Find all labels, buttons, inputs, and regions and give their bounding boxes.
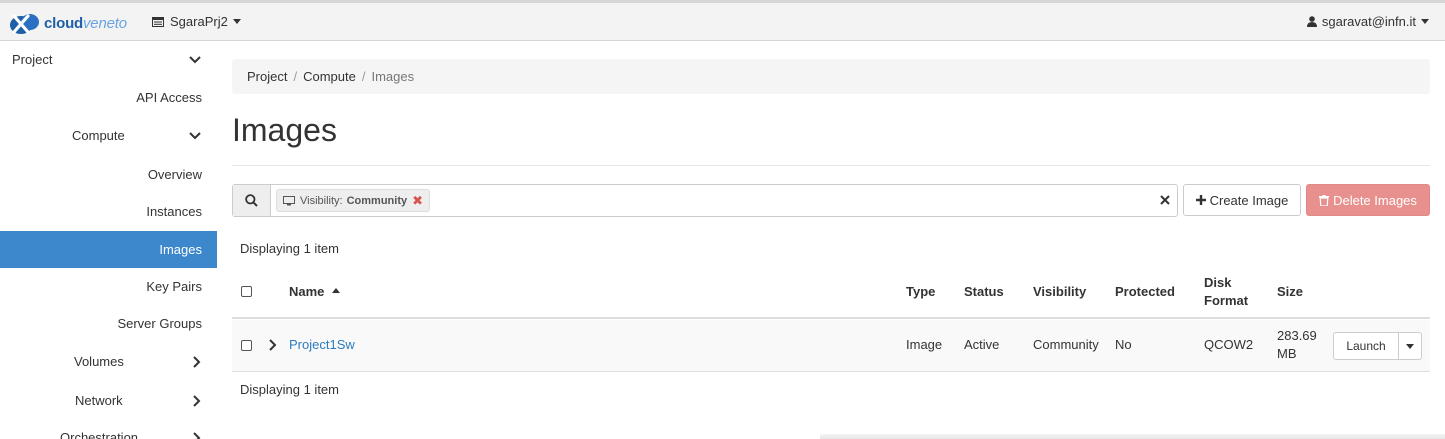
- image-name-link[interactable]: Project1Sw: [289, 336, 355, 354]
- column-header-protected: Protected: [1115, 284, 1175, 299]
- chevron-down-icon: [189, 41, 201, 78]
- filter-bar: Visibility: Community ✖: [232, 184, 1178, 217]
- column-header-status: Status: [964, 284, 1004, 299]
- select-all-checkbox[interactable]: [241, 286, 252, 297]
- caret-down-icon: [1421, 19, 1429, 24]
- column-header-name[interactable]: Name: [289, 283, 341, 301]
- filter-tag-value: Community: [346, 194, 408, 207]
- sidebar-item-network[interactable]: Network: [0, 382, 217, 419]
- caret-down-icon: [232, 19, 241, 24]
- display-count-top: Displaying 1 item: [240, 241, 339, 256]
- cloud-logo-icon: [10, 14, 39, 34]
- chevron-right-icon: [193, 343, 201, 380]
- filter-tag-label: Visibility:: [300, 194, 343, 207]
- table-header: Name Type Status Visibility Protected Di…: [232, 265, 1430, 319]
- brand-name: cloudveneto: [44, 14, 127, 32]
- launch-button[interactable]: Launch: [1333, 332, 1399, 360]
- column-header-type: Type: [906, 284, 936, 299]
- column-header-disk-format: Disk Format: [1204, 275, 1249, 308]
- launch-button-group: Launch: [1333, 332, 1422, 360]
- sidebar-item-volumes[interactable]: Volumes: [0, 343, 217, 380]
- sidebar-item-images[interactable]: Images: [0, 231, 217, 268]
- image-status: Active: [964, 337, 1000, 352]
- chevron-right-icon: [193, 382, 201, 419]
- display-count-bottom: Displaying 1 item: [240, 382, 339, 397]
- image-type: Image: [906, 337, 943, 352]
- project-list-icon: [152, 16, 164, 27]
- breadcrumb-separator: /: [293, 69, 298, 84]
- row-checkbox[interactable]: [241, 340, 252, 351]
- search-button[interactable]: [233, 185, 271, 216]
- sidebar-item-instances[interactable]: Instances: [0, 193, 217, 230]
- monitor-icon: [283, 195, 295, 205]
- breadcrumb-compute[interactable]: Compute: [303, 69, 356, 84]
- top-navbar: cloudveneto SgaraPrj2 sgaravat@infn.it: [0, 0, 1445, 41]
- plus-icon: [1195, 195, 1206, 205]
- breadcrumb-current: Images: [371, 69, 415, 84]
- launch-dropdown-toggle[interactable]: [1399, 332, 1422, 360]
- footer-shadow: [820, 434, 1445, 439]
- image-protected: No: [1115, 337, 1132, 352]
- breadcrumb-project[interactable]: Project: [247, 69, 287, 84]
- project-selector[interactable]: SgaraPrj2: [152, 14, 241, 29]
- search-icon: [245, 194, 258, 207]
- sidebar-item-project[interactable]: Project: [0, 41, 217, 78]
- breadcrumb: Project / Compute / Images: [232, 59, 1430, 94]
- user-icon: [1306, 16, 1317, 27]
- brand-logo[interactable]: cloudveneto: [8, 9, 127, 37]
- delete-images-button[interactable]: Delete Images: [1306, 184, 1430, 216]
- clear-filter-icon[interactable]: [1160, 193, 1170, 208]
- table-row: Project1Sw Image Active Community No QCO…: [232, 320, 1430, 372]
- chevron-down-icon: [189, 117, 201, 154]
- page-title: Images: [232, 112, 337, 148]
- sort-ascending-icon: [332, 288, 341, 293]
- column-header-size: Size: [1277, 284, 1304, 299]
- remove-filter-icon[interactable]: ✖: [412, 193, 423, 209]
- sidebar-item-server-groups[interactable]: Server Groups: [0, 305, 217, 342]
- image-size: 283.69 MB: [1277, 328, 1317, 361]
- sidebar-item-key-pairs[interactable]: Key Pairs: [0, 268, 217, 305]
- create-image-button[interactable]: Create Image: [1183, 184, 1301, 216]
- user-name: sgaravat@infn.it: [1321, 14, 1416, 29]
- sidebar-item-api-access[interactable]: API Access: [0, 79, 217, 116]
- expand-row-chevron-icon[interactable]: [269, 339, 277, 354]
- sidebar-item-compute[interactable]: Compute: [0, 117, 217, 154]
- sidebar-item-overview[interactable]: Overview: [0, 156, 217, 193]
- sidebar-item-orchestration[interactable]: Orchestration: [0, 419, 217, 439]
- image-disk-format: QCOW2: [1204, 337, 1254, 352]
- caret-down-icon: [1406, 343, 1414, 349]
- user-menu[interactable]: sgaravat@infn.it: [1306, 14, 1429, 29]
- filter-input[interactable]: [430, 185, 1177, 216]
- divider: [232, 165, 1430, 166]
- column-header-visibility: Visibility: [1033, 284, 1087, 299]
- breadcrumb-separator: /: [361, 69, 366, 84]
- chevron-right-icon: [193, 419, 201, 439]
- filter-tag: Visibility: Community ✖: [276, 189, 430, 212]
- trash-icon: [1319, 194, 1330, 206]
- image-visibility: Community: [1033, 337, 1099, 352]
- sidebar: Project API Access Compute Overview Inst…: [0, 41, 217, 439]
- project-name: SgaraPrj2: [170, 14, 228, 29]
